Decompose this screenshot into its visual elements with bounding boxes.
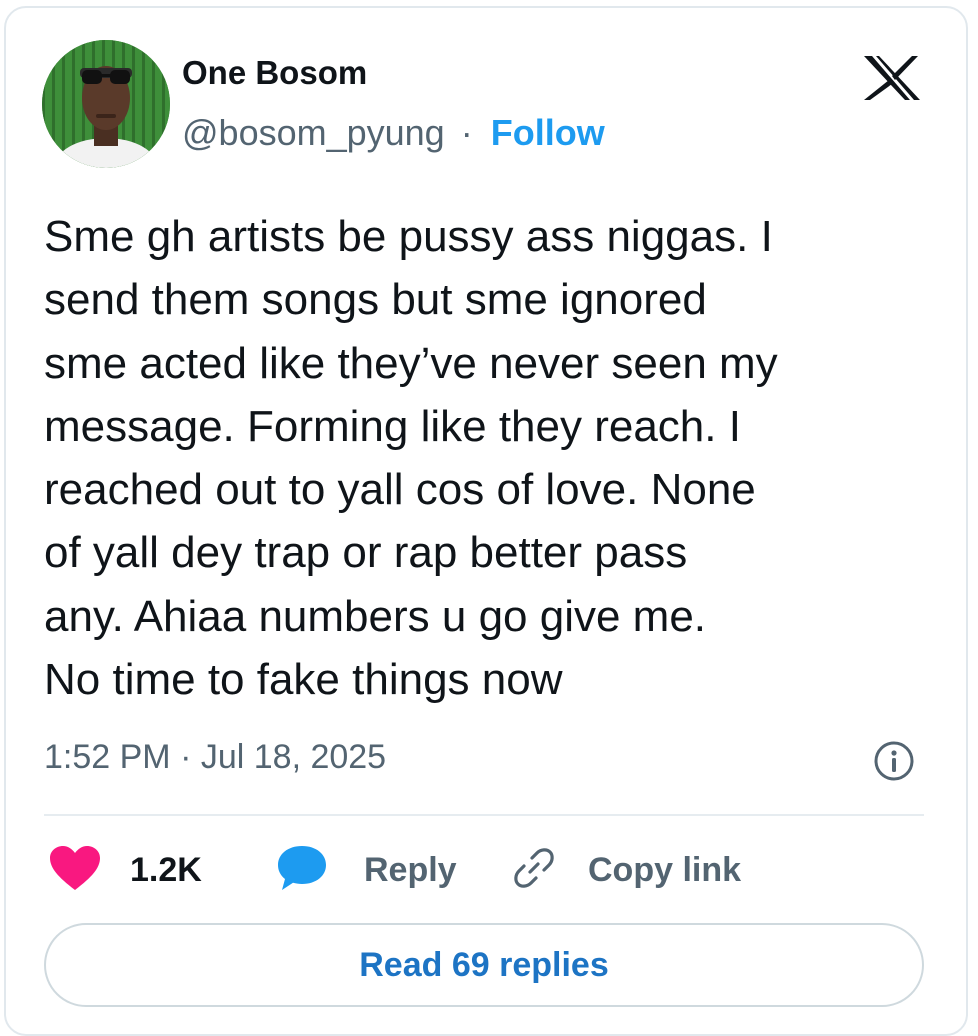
- reply-label: Reply: [364, 850, 457, 889]
- like-count-label: 1.2K: [130, 850, 202, 889]
- separator-dot: ·: [460, 112, 473, 153]
- divider: [44, 814, 924, 816]
- heart-icon: [48, 844, 102, 897]
- copy-link-button[interactable]: Copy link: [510, 840, 741, 900]
- link-icon: [510, 844, 558, 897]
- copy-link-label: Copy link: [588, 850, 742, 889]
- tweet-text: Sme gh artists be pussy ass niggas. I se…: [44, 212, 778, 705]
- info-icon[interactable]: [872, 739, 916, 783]
- author-name[interactable]: One Bosom: [182, 54, 367, 92]
- follow-button[interactable]: Follow: [491, 112, 605, 153]
- tweet-timestamp[interactable]: 1:52 PM · Jul 18, 2025: [44, 738, 386, 777]
- read-replies-button[interactable]: Read 69 replies: [44, 923, 924, 1007]
- like-button[interactable]: [48, 840, 102, 900]
- avatar[interactable]: [42, 40, 170, 168]
- action-bar: 1.2K Reply Copy link: [44, 840, 924, 900]
- read-replies-label: Read 69 replies: [359, 945, 609, 984]
- x-logo-icon[interactable]: [862, 54, 922, 102]
- reply-button[interactable]: Reply: [276, 840, 457, 900]
- speech-bubble-icon: [276, 844, 328, 897]
- like-count[interactable]: 1.2K: [130, 840, 202, 900]
- author-handle-row: @bosom_pyung · Follow: [182, 112, 605, 154]
- author-handle[interactable]: @bosom_pyung: [182, 112, 445, 153]
